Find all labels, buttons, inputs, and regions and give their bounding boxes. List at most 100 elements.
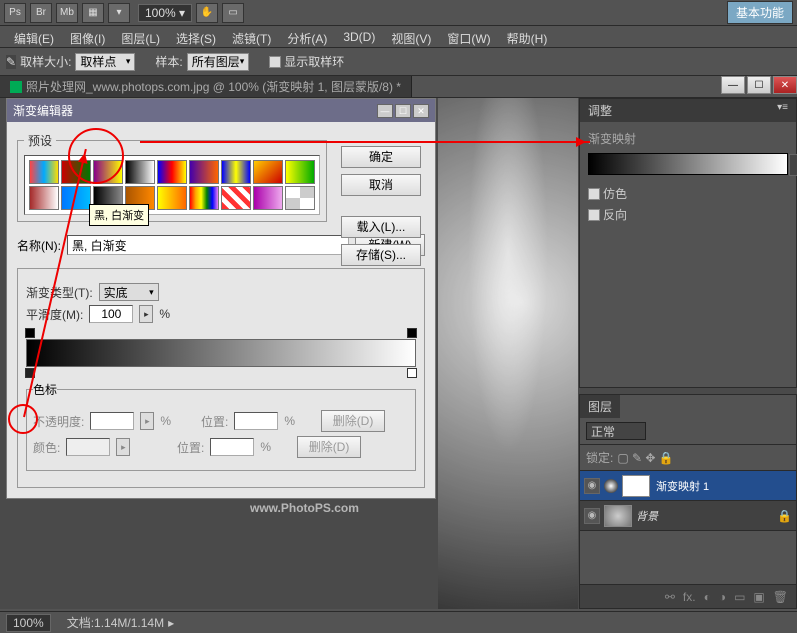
- preset-swatch[interactable]: [157, 160, 187, 184]
- preset-swatch[interactable]: [29, 186, 59, 210]
- menu-image[interactable]: 图像(I): [62, 28, 113, 45]
- color-stop-right[interactable]: [407, 368, 417, 378]
- layers-tab[interactable]: 图层: [580, 395, 620, 418]
- hand-icon[interactable]: ✋: [196, 3, 218, 23]
- sample-select[interactable]: 所有图层▾: [187, 53, 250, 71]
- layers-panel: 图层 正常 锁定: ▢ ✎ ✥ 🔒 ◉ 渐变映射 1 ◉ 背景 🔒 ⚯ fx. …: [579, 394, 797, 609]
- delete-opacity-button[interactable]: 删除(D): [321, 410, 385, 432]
- window-controls: — ☐ ✕: [719, 76, 797, 97]
- checkbox-icon[interactable]: [269, 56, 281, 68]
- opacity-stop-right[interactable]: [407, 328, 417, 338]
- workspace-button[interactable]: 基本功能: [727, 1, 793, 24]
- menu-analyze[interactable]: 分析(A): [279, 28, 335, 45]
- menu-layer[interactable]: 图层(L): [113, 28, 168, 45]
- ok-button[interactable]: 确定: [341, 146, 421, 168]
- layer-thumb[interactable]: [604, 505, 632, 527]
- preset-swatch[interactable]: [253, 186, 283, 210]
- menu-help[interactable]: 帮助(H): [499, 28, 556, 45]
- smoothness-input[interactable]: [89, 305, 133, 323]
- gradient-type-select[interactable]: 实底▾: [99, 283, 159, 301]
- eyedropper-icon[interactable]: ✎: [6, 55, 16, 69]
- layer-row[interactable]: ◉ 渐变映射 1: [580, 471, 796, 501]
- opacity-stop-left[interactable]: [25, 328, 35, 338]
- zoom-level[interactable]: 100% ▾: [138, 4, 192, 22]
- delete-color-button[interactable]: 删除(D): [297, 436, 361, 458]
- menu-select[interactable]: 选择(S): [168, 28, 224, 45]
- mb-icon[interactable]: Mb: [56, 3, 78, 23]
- gradient-bar[interactable]: [26, 339, 416, 367]
- checkbox-icon[interactable]: [588, 209, 600, 221]
- fx-icon[interactable]: fx.: [683, 590, 696, 604]
- sample-label: 样本:: [155, 53, 182, 70]
- trash-icon[interactable]: 🗑: [773, 590, 788, 604]
- preset-swatch[interactable]: [61, 160, 91, 184]
- opacity-arrow[interactable]: ▸: [140, 412, 154, 430]
- position-input-1[interactable]: [234, 412, 278, 430]
- preset-swatch[interactable]: [285, 186, 315, 210]
- preset-swatch[interactable]: [29, 160, 59, 184]
- position-input-2[interactable]: [210, 438, 254, 456]
- menu-3d[interactable]: 3D(D): [335, 28, 383, 45]
- sample-size-select[interactable]: 取样点▾: [75, 53, 135, 71]
- menu-edit[interactable]: 编辑(E): [6, 28, 62, 45]
- folder-icon[interactable]: ▭: [734, 590, 745, 604]
- chevron-icon[interactable]: ▾: [108, 3, 130, 23]
- visibility-icon[interactable]: ◉: [584, 478, 600, 494]
- menu-filter[interactable]: 滤镜(T): [224, 28, 279, 45]
- preset-swatch[interactable]: [61, 186, 91, 210]
- visibility-icon[interactable]: ◉: [584, 508, 600, 524]
- view-icon[interactable]: ▭: [222, 3, 244, 23]
- dialog-titlebar[interactable]: 渐变编辑器 — ☐ ✕: [7, 99, 435, 122]
- gradient-editor-dialog: 渐变编辑器 — ☐ ✕ 预设 确定 取消 载入(L)... 存储(S)... 黑…: [6, 98, 436, 499]
- opacity-input[interactable]: [90, 412, 134, 430]
- preset-swatch[interactable]: [93, 160, 123, 184]
- preset-swatch[interactable]: [189, 186, 219, 210]
- preset-swatch[interactable]: [221, 186, 251, 210]
- color-stop-left[interactable]: [25, 368, 35, 378]
- dialog-close-icon[interactable]: ✕: [413, 104, 429, 118]
- menu-window[interactable]: 窗口(W): [439, 28, 498, 45]
- gradient-preview[interactable]: [588, 153, 788, 175]
- bridge-icon[interactable]: Br: [30, 3, 52, 23]
- reverse-option[interactable]: 反向: [588, 206, 788, 223]
- checkbox-icon[interactable]: [588, 188, 600, 200]
- menu-view[interactable]: 视图(V): [383, 28, 439, 45]
- link-icon[interactable]: ⚯: [665, 590, 675, 604]
- sample-size-label: 取样大小:: [20, 53, 71, 70]
- preset-swatch[interactable]: [285, 160, 315, 184]
- gradient-dropdown-icon[interactable]: [789, 154, 797, 176]
- mask-icon[interactable]: ◐: [704, 590, 711, 604]
- smoothness-label: 平滑度(M):: [26, 306, 83, 323]
- color-swatch-input[interactable]: [66, 438, 110, 456]
- adjustments-tab[interactable]: 调整▾≡: [580, 99, 796, 122]
- preset-swatch[interactable]: [221, 160, 251, 184]
- dither-option[interactable]: 仿色: [588, 185, 788, 202]
- preset-swatch[interactable]: [125, 160, 155, 184]
- cancel-button[interactable]: 取消: [341, 174, 421, 196]
- app-icon[interactable]: Ps: [4, 3, 26, 23]
- show-ring-option[interactable]: 显示取样环: [269, 53, 344, 70]
- color-arrow[interactable]: ▸: [116, 438, 130, 456]
- document-tab[interactable]: 照片处理网_www.photops.com.jpg @ 100% (渐变映射 1…: [0, 76, 412, 97]
- preset-swatch[interactable]: [253, 160, 283, 184]
- preset-swatch[interactable]: [157, 186, 187, 210]
- layer-mask-thumb[interactable]: [622, 475, 650, 497]
- dialog-maximize-icon[interactable]: ☐: [395, 104, 411, 118]
- save-button[interactable]: 存储(S)...: [341, 244, 421, 266]
- name-input[interactable]: [67, 235, 349, 255]
- load-button[interactable]: 载入(L)...: [341, 216, 421, 238]
- layer-row[interactable]: ◉ 背景 🔒: [580, 501, 796, 531]
- dialog-minimize-icon[interactable]: —: [377, 104, 393, 118]
- preset-swatch[interactable]: [189, 160, 219, 184]
- minimize-button[interactable]: —: [721, 76, 745, 94]
- blend-mode-select[interactable]: 正常: [586, 422, 646, 440]
- new-layer-icon[interactable]: ▣: [753, 590, 764, 604]
- smoothness-arrow[interactable]: ▸: [139, 305, 153, 323]
- maximize-button[interactable]: ☐: [747, 76, 771, 94]
- grid-icon[interactable]: ▦: [82, 3, 104, 23]
- color-label: 颜色:: [33, 439, 60, 456]
- adjust-icon[interactable]: ◑: [719, 590, 726, 604]
- status-zoom[interactable]: 100%: [6, 614, 51, 632]
- adjustment-layer-icon: [604, 479, 618, 493]
- close-button[interactable]: ✕: [773, 76, 797, 94]
